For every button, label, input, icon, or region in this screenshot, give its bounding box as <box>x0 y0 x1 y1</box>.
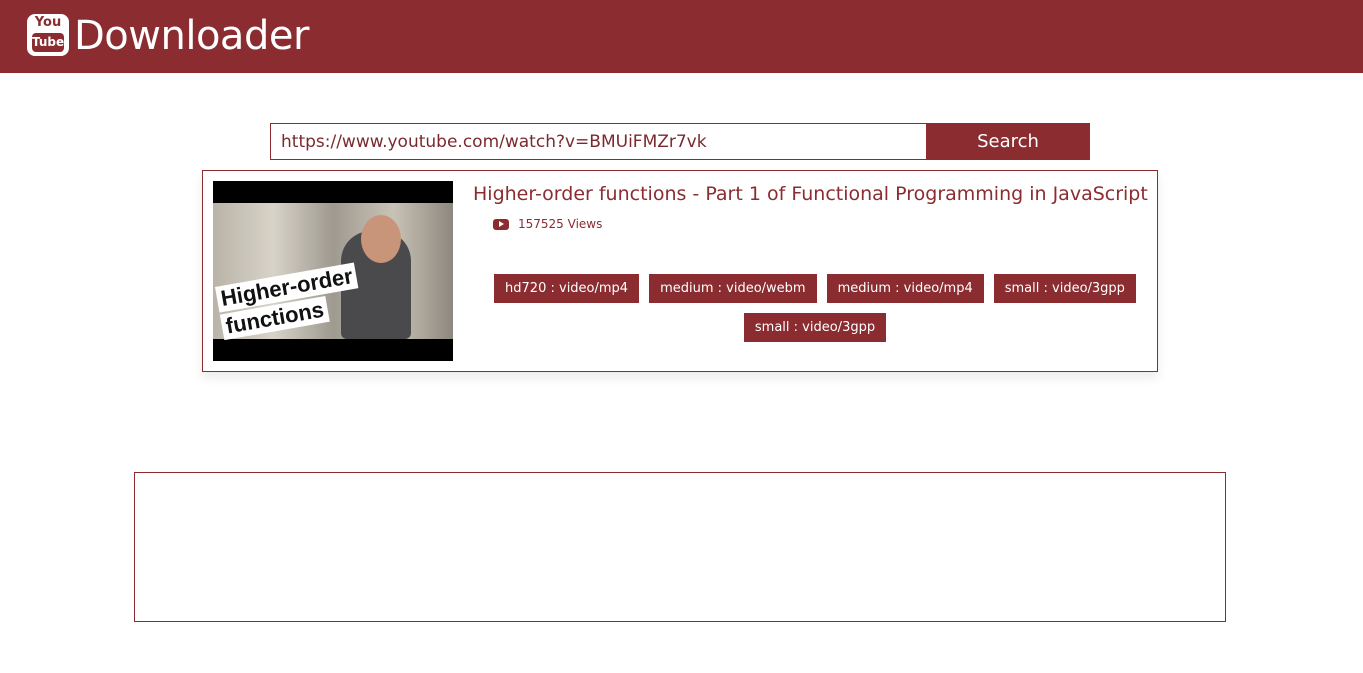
format-list: hd720 : video/mp4 medium : video/webm me… <box>493 274 1137 342</box>
format-button-hd720-mp4[interactable]: hd720 : video/mp4 <box>494 274 640 303</box>
thumbnail-person-head <box>361 215 401 263</box>
app-title[interactable]: Downloader <box>74 12 309 60</box>
format-button-small-3gpp[interactable]: small : video/3gpp <box>993 274 1136 303</box>
thumbnail-scene: Higher-order functions <box>213 203 453 341</box>
search-input[interactable] <box>270 123 926 160</box>
format-button-medium-webm[interactable]: medium : video/webm <box>649 274 817 303</box>
video-thumbnail[interactable]: Higher-order functions <box>213 181 453 361</box>
app-header: You Tube Downloader <box>0 0 1363 73</box>
video-title[interactable]: Higher-order functions - Part 1 of Funct… <box>473 183 1148 205</box>
views-count: 157525 Views <box>518 217 603 231</box>
empty-content-box <box>134 472 1226 622</box>
logo-top-text: You <box>34 15 62 30</box>
youtube-logo-icon[interactable]: You Tube <box>27 14 69 56</box>
views-row: 157525 Views <box>493 217 602 231</box>
logo-bottom-text: Tube <box>32 33 64 52</box>
format-button-medium-mp4[interactable]: medium : video/mp4 <box>826 274 984 303</box>
video-result-card: Higher-order functions Higher-order func… <box>202 170 1158 372</box>
search-bar: Search <box>270 123 1090 160</box>
search-button[interactable]: Search <box>926 123 1090 160</box>
youtube-play-icon <box>493 218 509 230</box>
format-button-small-3gpp-2[interactable]: small : video/3gpp <box>743 313 887 342</box>
